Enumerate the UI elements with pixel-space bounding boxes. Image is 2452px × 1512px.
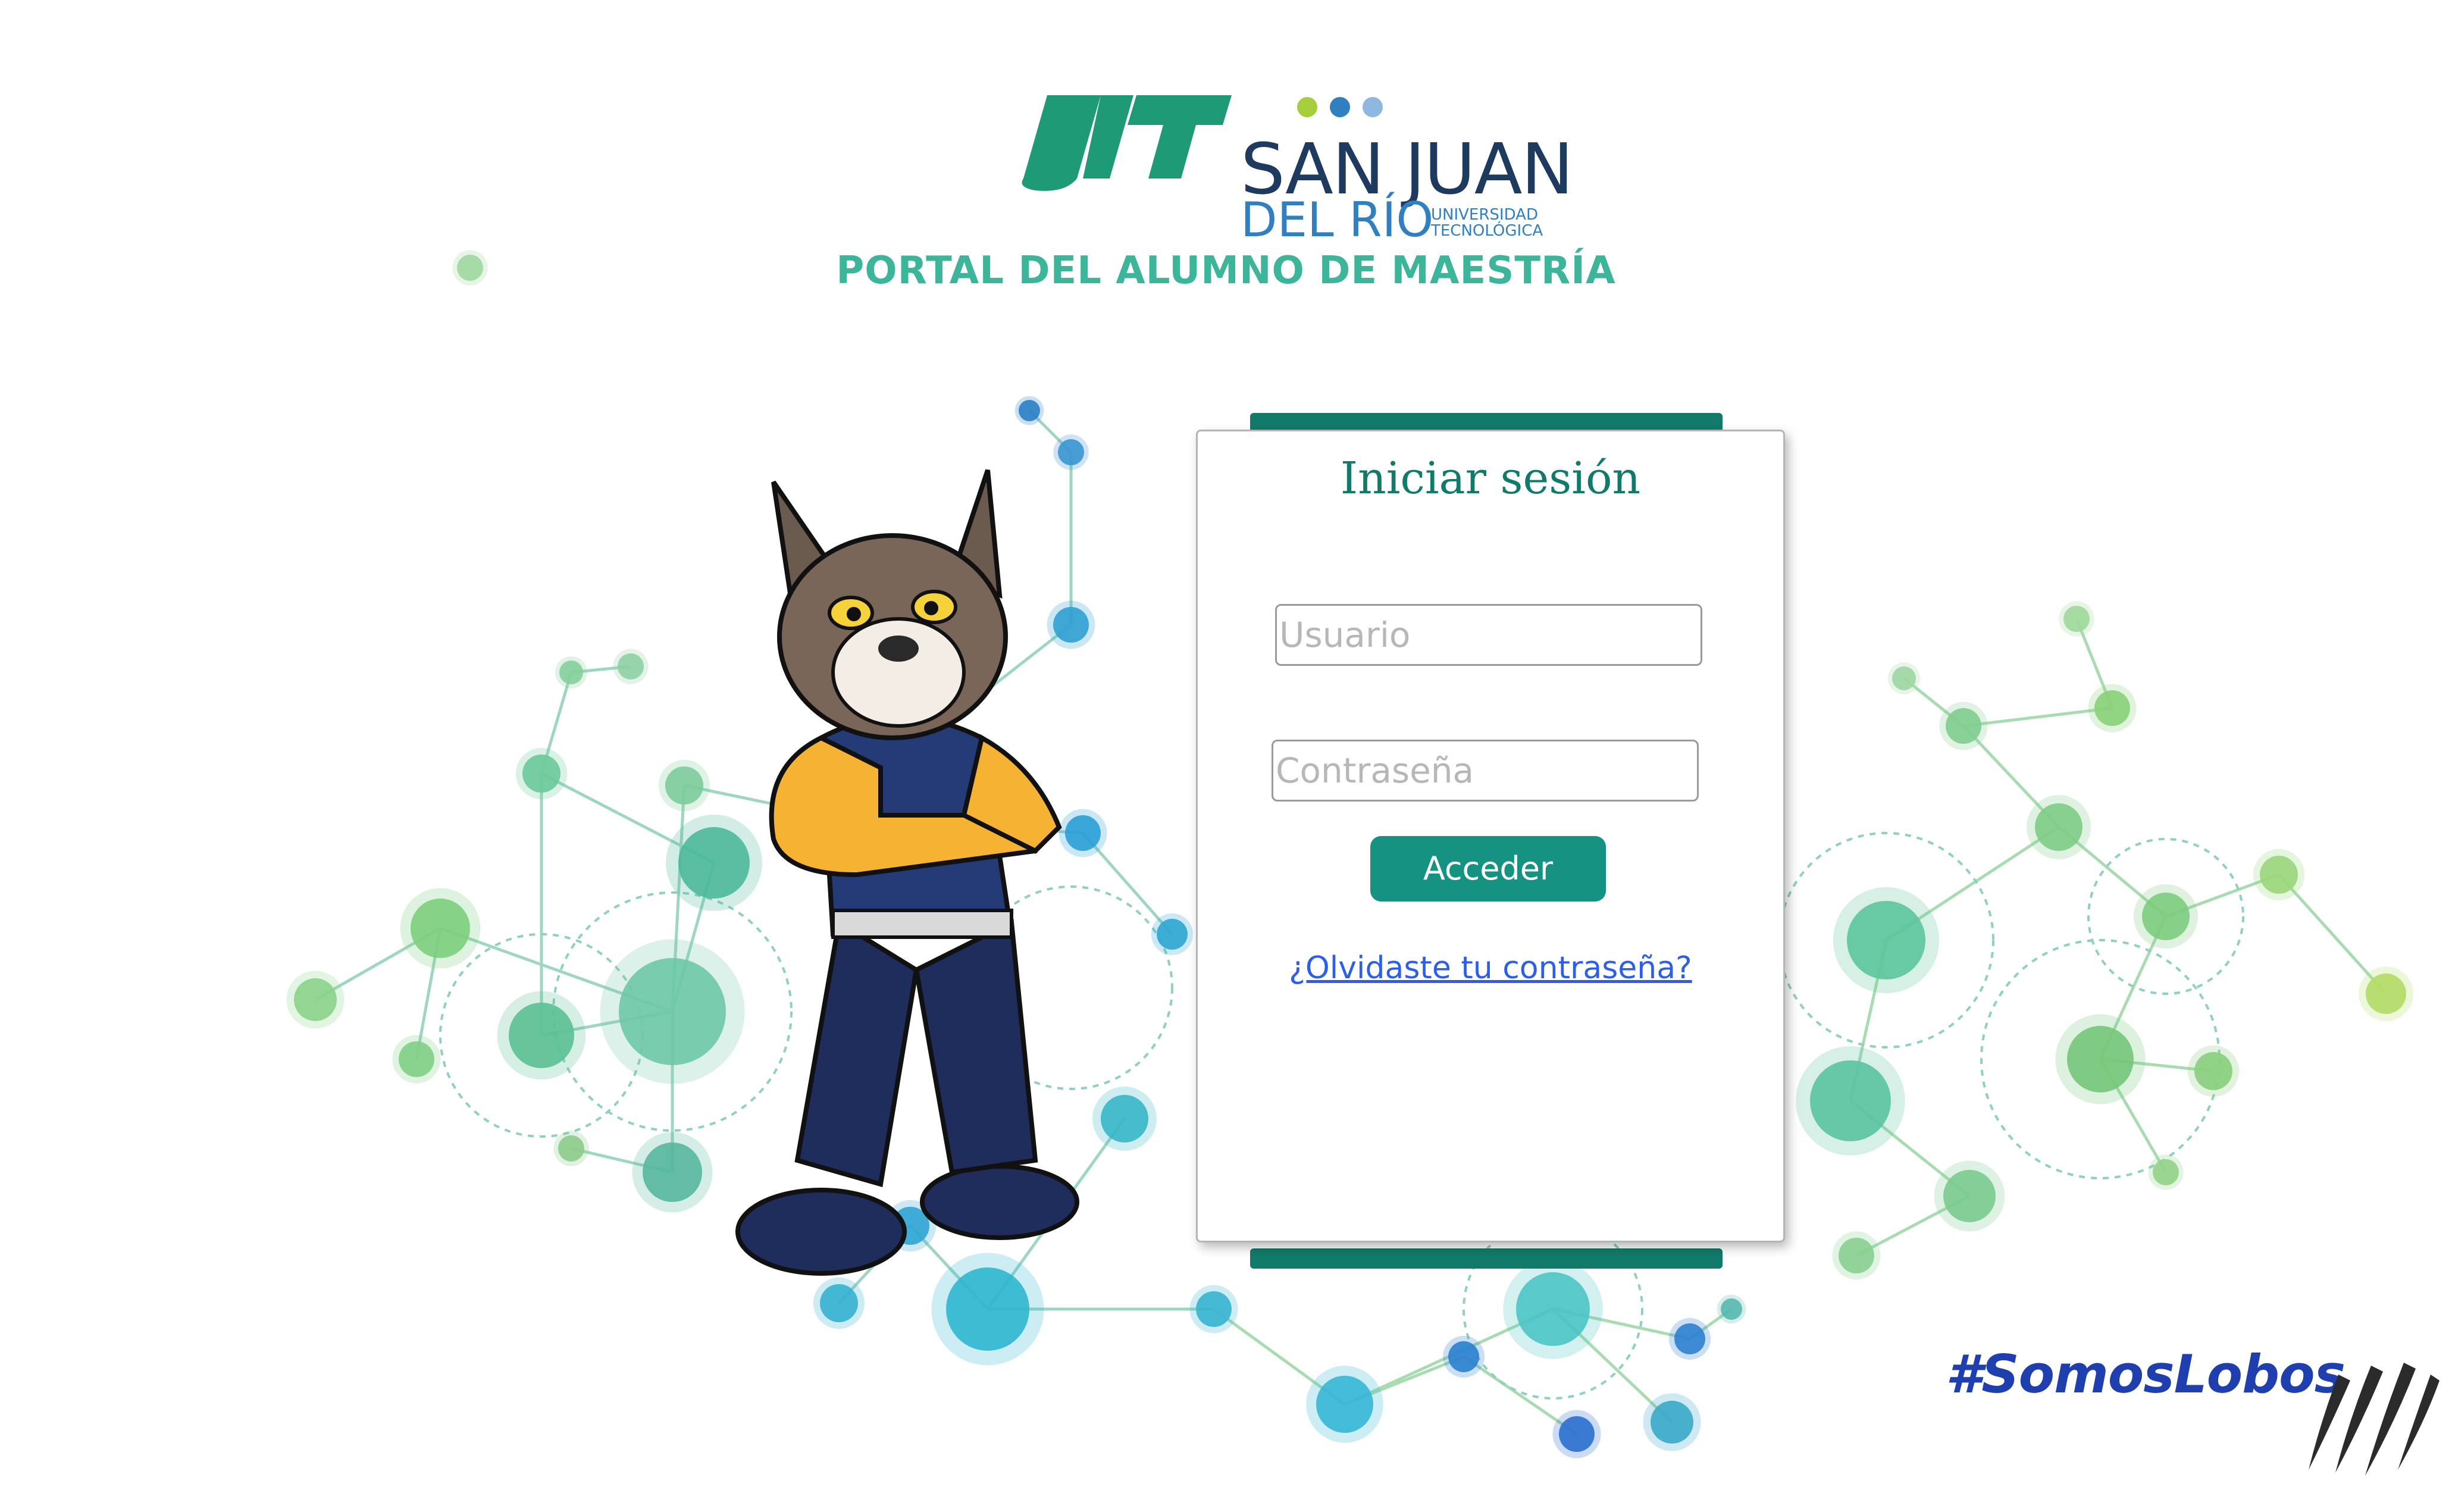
logo-name-line2: DEL RÍO [1241,192,1434,248]
network-node [522,755,560,793]
login-button[interactable]: Acceder [1370,836,1606,901]
network-node [1810,1060,1891,1141]
network-node [665,766,703,804]
network-node [2035,803,2083,851]
forgot-password-link[interactable]: ¿Olvidaste tu contraseña? [1198,950,1783,986]
network-node [643,1142,702,1202]
card-bottom-tab [1250,1248,1723,1269]
network-node [558,1135,584,1162]
network-node [2094,690,2130,726]
network-node [1559,1416,1595,1452]
network-node [509,1003,574,1068]
network-node [559,660,583,684]
logo-tagline-line2: TECNOLÓGICA [1431,222,1543,240]
network-node [2194,1052,2232,1090]
password-input[interactable] [1272,740,1699,802]
logo-dots [1297,97,1383,117]
ut-logo-mark [1022,95,1232,191]
network-node [1157,919,1188,950]
network-node [1943,1170,1996,1222]
network-node [2260,856,2298,894]
network-node [1019,400,1040,421]
network-node [1196,1291,1232,1327]
network-node [1651,1401,1693,1444]
logo-tagline: UNIVERSIDAD TECNOLÓGICA [1431,206,1543,240]
wolf-mascot-illustration [735,469,1079,1276]
network-node [1674,1323,1705,1354]
username-input[interactable] [1275,604,1702,666]
network-node [294,978,337,1021]
network-node [399,1041,434,1077]
network-node [2067,1026,2134,1092]
network-node [2063,606,2090,632]
logo-tagline-line1: UNIVERSIDAD [1431,206,1538,224]
login-card: Iniciar sesión Acceder ¿Olvidaste tu con… [1196,430,1785,1242]
network-node [1847,901,1925,979]
network-node [1839,1238,1874,1273]
login-heading: Iniciar sesión [1340,453,1641,504]
network-node [1946,708,1981,744]
network-node [2142,893,2190,940]
network-node [1448,1341,1479,1372]
somoslobos-hashtag: #SomosLobos [1946,1344,2345,1405]
network-node [1892,666,1916,690]
network-node [1721,1298,1742,1320]
network-node [411,899,470,958]
network-node [1316,1376,1373,1433]
page-title: PORTAL DEL ALUMNO DE MAESTRÍA [836,249,1616,293]
network-node [618,653,644,680]
network-node [2366,973,2406,1014]
network-node [1516,1272,1590,1346]
network-node [2153,1159,2179,1185]
network-node [1101,1095,1148,1142]
claw-marks-icon [2309,1363,2440,1476]
